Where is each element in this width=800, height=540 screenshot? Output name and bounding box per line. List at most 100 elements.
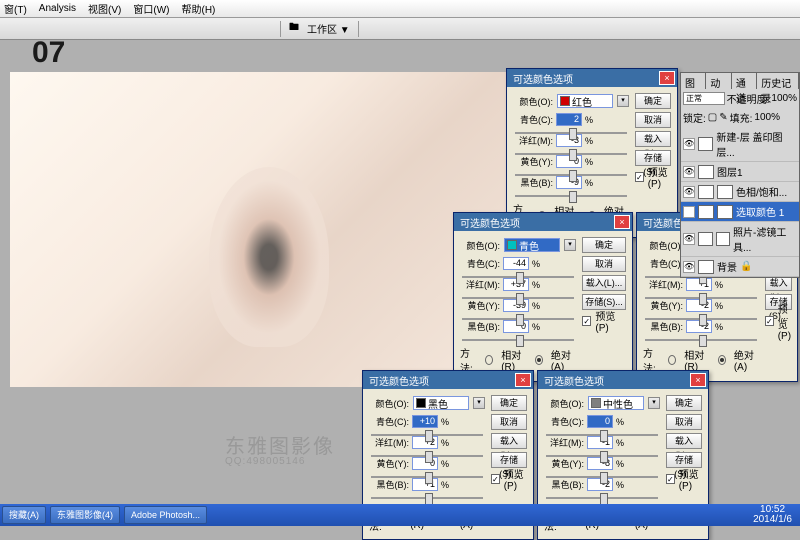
slider[interactable] bbox=[371, 455, 483, 457]
close-icon[interactable]: × bbox=[690, 373, 706, 387]
slider[interactable] bbox=[462, 297, 574, 299]
ok-button[interactable]: 确定 bbox=[635, 93, 671, 109]
workspace-icon[interactable]: 🖿 bbox=[289, 20, 299, 37]
eye-icon[interactable]: 👁 bbox=[683, 166, 695, 178]
opacity-value[interactable]: 100% bbox=[771, 93, 797, 104]
canvas[interactable] bbox=[10, 72, 508, 387]
absolute-radio[interactable] bbox=[718, 355, 726, 365]
slider[interactable] bbox=[371, 434, 483, 436]
chevron-down-icon[interactable]: ▾ bbox=[648, 397, 660, 409]
menu-view[interactable]: 视图(V) bbox=[88, 1, 121, 16]
lock-icon[interactable]: ▢ bbox=[708, 112, 717, 123]
workspace-dropdown[interactable]: 工作区 ▼ bbox=[307, 21, 350, 36]
magenta-slider[interactable] bbox=[515, 153, 627, 155]
load-button[interactable]: 载入(L)... bbox=[635, 131, 671, 147]
layer-row[interactable]: 👁选取颜色 1 bbox=[681, 202, 799, 222]
cyan-value[interactable]: -44 bbox=[503, 257, 529, 270]
ok-button[interactable]: 确定 bbox=[491, 395, 527, 411]
eye-icon[interactable]: 👁 bbox=[683, 206, 695, 218]
slider[interactable] bbox=[371, 497, 483, 499]
cancel-button[interactable]: 取消 bbox=[666, 414, 702, 430]
preview-checkbox[interactable]: ✓ bbox=[666, 474, 675, 484]
color-dropdown[interactable]: 青色 bbox=[504, 238, 560, 252]
slider[interactable] bbox=[546, 434, 658, 436]
tab-history[interactable]: 历史记录 bbox=[757, 73, 799, 89]
eye-icon[interactable]: 👁 bbox=[683, 186, 695, 198]
preview-checkbox[interactable]: ✓ bbox=[582, 316, 591, 326]
slider[interactable] bbox=[645, 297, 757, 299]
slider[interactable] bbox=[645, 339, 757, 341]
menu-help[interactable]: 帮助(H) bbox=[181, 1, 215, 16]
preview-checkbox[interactable]: ✓ bbox=[491, 474, 500, 484]
slider[interactable] bbox=[371, 476, 483, 478]
slider[interactable] bbox=[462, 276, 574, 278]
preview-checkbox[interactable]: ✓ bbox=[765, 316, 774, 326]
selective-color-dialog-2: 可选颜色选项× 颜色(O):青色▾ 青色(C):-44% 洋红(M):+37% … bbox=[453, 212, 633, 382]
layer-row[interactable]: 👁背景🔒 bbox=[681, 257, 799, 277]
color-dropdown[interactable]: 中性色 bbox=[588, 396, 644, 410]
layer-row[interactable]: 👁照片-滤镜工具... bbox=[681, 222, 799, 257]
lock-icon[interactable]: ✎ bbox=[719, 112, 727, 123]
menu-analysis[interactable]: Analysis bbox=[39, 3, 76, 14]
tab-channels[interactable]: 通道 bbox=[732, 73, 757, 89]
dialog-titlebar[interactable]: 可选颜色选项× bbox=[538, 371, 708, 389]
eye-icon[interactable]: 👁 bbox=[683, 233, 695, 245]
eye-icon[interactable]: 👁 bbox=[683, 138, 695, 150]
system-clock[interactable]: 10:522014/1/6 bbox=[753, 505, 798, 525]
color-label: 颜色(O): bbox=[460, 239, 500, 252]
close-icon[interactable]: × bbox=[659, 71, 675, 85]
chevron-down-icon[interactable]: ▾ bbox=[473, 397, 485, 409]
dialog-titlebar[interactable]: 可选颜色选项× bbox=[454, 213, 632, 231]
cancel-button[interactable]: 取消 bbox=[582, 256, 626, 272]
layer-thumbnail bbox=[698, 232, 713, 246]
cyan-value[interactable]: 0 bbox=[587, 415, 613, 428]
color-dropdown[interactable]: 黑色 bbox=[413, 396, 469, 410]
chevron-down-icon[interactable]: ▾ bbox=[617, 95, 629, 107]
taskbar-item[interactable]: 搜藏(A) bbox=[2, 506, 46, 524]
load-button[interactable]: 载入(L)... bbox=[666, 433, 702, 449]
slider[interactable] bbox=[462, 318, 574, 320]
blend-mode-dropdown[interactable]: 正常 bbox=[683, 92, 725, 105]
slider[interactable] bbox=[645, 318, 757, 320]
dialog-titlebar[interactable]: 可选颜色选项 × bbox=[507, 69, 677, 87]
close-icon[interactable]: × bbox=[515, 373, 531, 387]
close-icon[interactable]: × bbox=[614, 215, 630, 229]
layer-row[interactable]: 👁色相/饱和... bbox=[681, 182, 799, 202]
menu-w[interactable]: 窗口(W) bbox=[133, 1, 169, 16]
taskbar-item[interactable]: 东雅图影像(4) bbox=[50, 506, 120, 524]
panel-tabs: 图层 动作 通道 历史记录 bbox=[681, 73, 799, 89]
fill-value[interactable]: 100% bbox=[754, 112, 780, 123]
black-slider[interactable] bbox=[515, 195, 627, 197]
ok-button[interactable]: 确定 bbox=[582, 237, 626, 253]
watermark: 东雅图影像 bbox=[225, 430, 335, 459]
menu-window[interactable]: 窗(T) bbox=[4, 1, 27, 16]
tab-actions[interactable]: 动作 bbox=[706, 73, 731, 89]
tab-layers[interactable]: 图层 bbox=[681, 73, 706, 89]
slider[interactable] bbox=[462, 339, 574, 341]
chevron-down-icon[interactable]: ▾ bbox=[564, 239, 576, 251]
absolute-radio[interactable] bbox=[535, 355, 543, 365]
relative-radio[interactable] bbox=[668, 355, 676, 365]
layer-row[interactable]: 👁新建-层 盖印图层... bbox=[681, 127, 799, 162]
eye-icon[interactable]: 👁 bbox=[683, 261, 695, 273]
slider[interactable] bbox=[546, 455, 658, 457]
relative-radio[interactable] bbox=[485, 355, 493, 365]
cyan-value[interactable]: 2 bbox=[556, 113, 582, 126]
layer-row[interactable]: 👁图层1 bbox=[681, 162, 799, 182]
slider[interactable] bbox=[546, 476, 658, 478]
ok-button[interactable]: 确定 bbox=[666, 395, 702, 411]
dialog-title: 可选颜色选项 bbox=[509, 71, 573, 86]
cyan-slider[interactable] bbox=[515, 132, 627, 134]
color-dropdown[interactable]: 红色 bbox=[557, 94, 613, 108]
load-button[interactable]: 载入(L)... bbox=[582, 275, 626, 291]
dialog-titlebar[interactable]: 可选颜色选项× bbox=[363, 371, 533, 389]
cancel-button[interactable]: 取消 bbox=[635, 112, 671, 128]
cancel-button[interactable]: 取消 bbox=[491, 414, 527, 430]
yellow-slider[interactable] bbox=[515, 174, 627, 176]
cyan-value[interactable]: +10 bbox=[412, 415, 438, 428]
load-button[interactable]: 载入(L)... bbox=[491, 433, 527, 449]
taskbar-item[interactable]: Adobe Photosh... bbox=[124, 506, 207, 524]
slider[interactable] bbox=[546, 497, 658, 499]
photo-content bbox=[10, 72, 508, 387]
preview-checkbox[interactable]: ✓ bbox=[635, 172, 644, 182]
